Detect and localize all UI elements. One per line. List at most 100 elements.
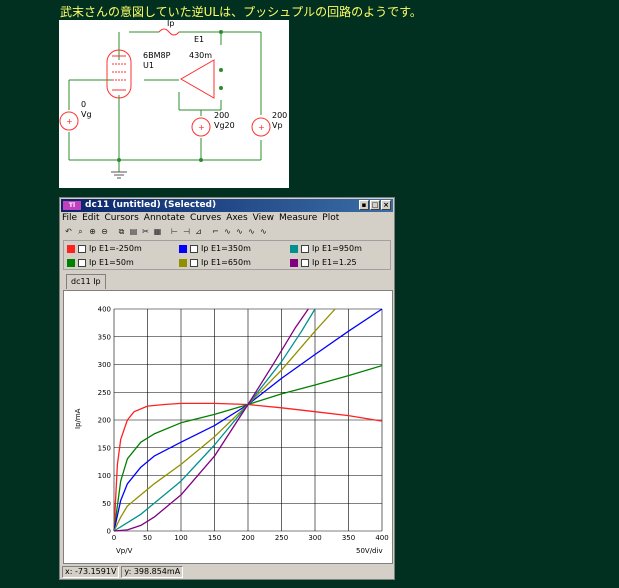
legend-checkbox[interactable] xyxy=(78,258,86,267)
cursor-diff-icon[interactable]: ⊿ xyxy=(193,226,204,237)
y-tick-label: 0 xyxy=(107,528,111,536)
x-tick-label: 350 xyxy=(342,534,355,542)
tube-type-label: 6BM8P xyxy=(143,51,171,60)
status-x-readout: x: -73.1591V xyxy=(62,566,120,578)
legend-label: Ip E1=-250m xyxy=(89,244,142,253)
legend-item[interactable]: Ip E1=1.25 xyxy=(290,258,357,268)
x-tick-label: 400 xyxy=(375,534,388,542)
cut-icon[interactable]: ✂ xyxy=(140,226,151,237)
legend-swatch xyxy=(290,258,298,267)
legend-item[interactable]: Ip E1=50m xyxy=(67,258,134,268)
x-axis-label: Vp/V xyxy=(116,547,133,555)
wave-icon[interactable]: ∿ xyxy=(222,226,233,237)
legend-checkbox[interactable] xyxy=(190,244,198,253)
legend-label: Ip E1=350m xyxy=(201,244,251,253)
menu-measure[interactable]: Measure xyxy=(279,213,317,225)
tab-dc11-ip[interactable]: dc11 Ip xyxy=(66,274,106,289)
zoom-out-icon[interactable]: ⊖ xyxy=(99,226,110,237)
y-tick-label: 250 xyxy=(98,389,111,397)
legend-label: Ip E1=950m xyxy=(312,244,362,253)
legend-label: Ip E1=650m xyxy=(201,258,251,267)
wave-avg-icon[interactable]: ∿ xyxy=(246,226,257,237)
legend-label: Ip E1=1.25 xyxy=(312,258,357,267)
legend-swatch xyxy=(290,244,298,253)
x-div-label: 50V/div xyxy=(356,547,383,555)
x-tick-label: 0 xyxy=(112,534,116,542)
paste-icon[interactable]: ▤ xyxy=(128,226,139,237)
menu-edit[interactable]: Edit xyxy=(82,213,99,225)
x-tick-label: 250 xyxy=(275,534,288,542)
legend-item[interactable]: Ip E1=650m xyxy=(179,258,251,268)
status-bar: x: -73.1591V y: 398.854mA xyxy=(62,566,392,578)
wave-db-icon[interactable]: ∿ xyxy=(258,226,269,237)
legend-swatch xyxy=(67,258,75,267)
menu-plot[interactable]: Plot xyxy=(322,213,339,225)
y-tick-label: 300 xyxy=(98,361,111,369)
legend-swatch xyxy=(179,258,187,267)
legend-swatch xyxy=(67,244,75,253)
window-title: dc11 (untitled) (Selected) xyxy=(85,200,217,210)
menu-view[interactable]: View xyxy=(253,213,274,225)
plot-window: Tl dc11 (untitled) (Selected) ▪ □ × File… xyxy=(59,197,395,580)
vg-value-label: 0 xyxy=(81,100,86,109)
svg-text:+: + xyxy=(258,123,265,132)
legend-swatch xyxy=(179,244,187,253)
e1-gain-label: 430m xyxy=(189,51,212,60)
menu-annotate[interactable]: Annotate xyxy=(144,213,185,225)
step-icon[interactable]: ⌐ xyxy=(210,226,221,237)
ip-label: Ip xyxy=(167,20,174,28)
vg-label: Vg xyxy=(81,110,92,119)
zoom-in-icon[interactable]: ⊕ xyxy=(87,226,98,237)
y-tick-label: 150 xyxy=(98,444,111,452)
y-axis-label: Ip/mA xyxy=(74,408,82,429)
undo-icon[interactable]: ↶ xyxy=(63,226,74,237)
vg20-value-label: 200 xyxy=(214,111,229,120)
legend-checkbox[interactable] xyxy=(301,244,309,253)
y-tick-label: 400 xyxy=(98,306,111,314)
window-titlebar[interactable]: Tl dc11 (untitled) (Selected) ▪ □ × xyxy=(61,199,393,212)
x-tick-label: 50 xyxy=(143,534,152,542)
status-y-readout: y: 398.854mA xyxy=(121,566,184,578)
cursor-b-icon[interactable]: ⊣ xyxy=(181,226,192,237)
svg-text:+: + xyxy=(66,117,73,126)
plot-area[interactable]: 0 50 100 150 200 250 300 350 400 0 50 100 150 200 250 3… xyxy=(63,290,393,564)
y-tick-label: 100 xyxy=(98,472,111,480)
menu-file[interactable]: File xyxy=(62,213,77,225)
legend-item[interactable]: Ip E1=-250m xyxy=(67,244,142,254)
close-button[interactable]: × xyxy=(381,200,391,210)
legend-label: Ip E1=50m xyxy=(89,258,134,267)
legend-checkbox[interactable] xyxy=(78,244,86,253)
y-tick-label: 200 xyxy=(98,417,111,425)
menu-curves[interactable]: Curves xyxy=(190,213,221,225)
legend-item[interactable]: Ip E1=350m xyxy=(179,244,251,254)
legend-item[interactable]: Ip E1=950m xyxy=(290,244,362,254)
x-tick-label: 100 xyxy=(174,534,187,542)
y-tick-label: 50 xyxy=(102,500,111,508)
toolbar: ↶ ⌕ ⊕ ⊖ ⧉ ▤ ✂ ▦ ⊢ ⊣ ⊿ ⌐ ∿ ∿ ∿ ∿ xyxy=(63,226,269,238)
maximize-button[interactable]: □ xyxy=(370,200,380,210)
menu-cursors[interactable]: Cursors xyxy=(105,213,139,225)
schematic-drawing: + + + Ip 6BM8P U1 E1 430m 0 Vg 200 Vg20 … xyxy=(59,20,287,179)
zoom-fit-icon[interactable]: ⌕ xyxy=(75,226,86,237)
ip-vp-chart[interactable]: 0 50 100 150 200 250 300 350 400 0 50 100 150 200 250 3… xyxy=(64,291,392,563)
legend-checkbox[interactable] xyxy=(190,258,198,267)
e1-label: E1 xyxy=(194,35,204,44)
legend-checkbox[interactable] xyxy=(301,258,309,267)
vg20-label: Vg20 xyxy=(214,121,235,130)
x-tick-label: 300 xyxy=(308,534,321,542)
wave-rms-icon[interactable]: ∿ xyxy=(234,226,245,237)
x-tick-label: 200 xyxy=(241,534,254,542)
cursor-a-icon[interactable]: ⊢ xyxy=(169,226,180,237)
curve-legend: Ip E1=-250m Ip E1=350m Ip E1=950m Ip E1=… xyxy=(63,240,391,270)
copy-icon[interactable]: ⧉ xyxy=(116,226,127,237)
y-tick-label: 350 xyxy=(98,333,111,341)
minimize-button[interactable]: ▪ xyxy=(359,200,369,210)
tube-ref-label: U1 xyxy=(143,61,154,70)
circuit-schematic: + + + Ip 6BM8P U1 E1 430m 0 Vg 200 Vg20 … xyxy=(59,20,289,188)
marker-icon[interactable]: ▦ xyxy=(152,226,163,237)
menu-axes[interactable]: Axes xyxy=(226,213,247,225)
vp-label: Vp xyxy=(272,121,283,130)
app-icon[interactable]: Tl xyxy=(63,201,81,210)
x-tick-label: 150 xyxy=(208,534,221,542)
svg-text:+: + xyxy=(198,123,205,132)
